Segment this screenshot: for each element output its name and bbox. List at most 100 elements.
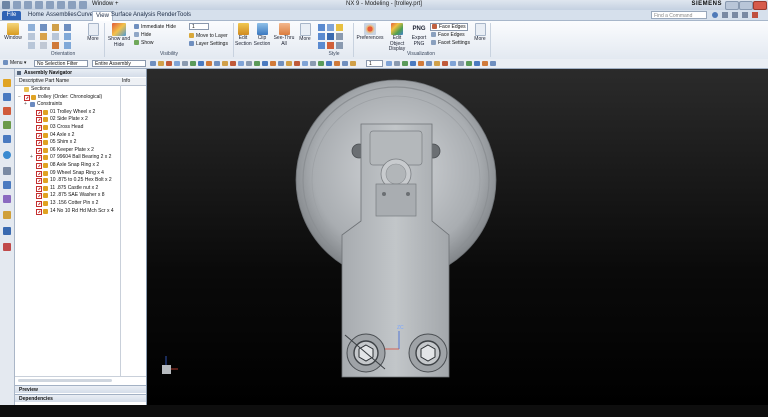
visibility-checkbox[interactable] (36, 117, 42, 124)
body-icon[interactable] (310, 61, 316, 66)
hidden-edges-icon[interactable] (327, 33, 334, 40)
tab-file[interactable]: File (2, 11, 21, 20)
reuse-library-tab-icon[interactable] (3, 121, 11, 129)
select-icon[interactable] (214, 61, 220, 66)
pin-icon[interactable] (17, 71, 21, 75)
feature-icon[interactable] (230, 61, 236, 66)
tree-row[interactable]: 04 Axle x 2 (15, 132, 146, 139)
back-view-icon[interactable] (40, 42, 47, 49)
edge-icon[interactable] (198, 61, 204, 66)
clip-section-button[interactable]: Clip Section (253, 23, 271, 47)
expand-toggle[interactable]: + (24, 101, 27, 108)
window-tile-icon[interactable] (732, 12, 738, 18)
constraint-navigator-tab-icon[interactable] (3, 93, 11, 101)
lasso-icon[interactable] (158, 61, 164, 66)
tree-row[interactable]: + Constraints (15, 101, 146, 108)
help-icon[interactable] (712, 12, 718, 18)
tree-row[interactable]: 01 Trolley Wheel x 2 (15, 109, 146, 116)
horizontal-scrollbar[interactable] (18, 379, 112, 382)
snap-point-icon[interactable] (474, 61, 480, 66)
close-button[interactable] (753, 1, 767, 10)
column-info[interactable]: Info (122, 78, 130, 85)
left-view-icon[interactable] (52, 42, 59, 49)
tree-row[interactable]: 11 .875 Castle nut x 2 (15, 185, 146, 192)
manufacturing-wizards-tab-icon[interactable] (3, 195, 11, 203)
edge-icon[interactable] (262, 61, 268, 66)
select-icon[interactable] (342, 61, 348, 66)
tree-row[interactable]: 09 Wheel Snap Ring x 4 (15, 170, 146, 177)
visibility-checkbox[interactable] (36, 140, 42, 147)
edit-section-button[interactable]: Edit Section (235, 23, 252, 47)
right-view-icon[interactable] (64, 33, 71, 40)
visibility-checkbox[interactable] (36, 170, 42, 177)
snap-point-icon[interactable] (482, 61, 488, 66)
castle-nut-right[interactable] (408, 333, 448, 373)
background-icon[interactable] (336, 33, 343, 40)
screw-head[interactable] (406, 192, 410, 196)
feature-icon[interactable] (294, 61, 300, 66)
shim[interactable] (375, 183, 417, 217)
restore-icon[interactable] (742, 12, 748, 18)
immediate-hide-button[interactable]: Immediate Hide (134, 24, 176, 30)
lasso-icon[interactable] (350, 61, 356, 66)
selection-scope-select[interactable]: Entire Assembly (92, 60, 146, 67)
selection-filter-select[interactable]: No Selection Filter (34, 60, 88, 67)
snap-point-icon[interactable] (410, 61, 416, 66)
iso-view-icon[interactable] (40, 33, 47, 40)
snap-point-icon[interactable] (442, 61, 448, 66)
work-layer-select[interactable]: 1 (366, 60, 383, 67)
web-browser-tab-icon[interactable] (3, 151, 11, 159)
snap-point-icon[interactable] (450, 61, 456, 66)
face-edges-button[interactable]: Face Edges (431, 32, 465, 38)
move-to-layer-button[interactable]: Move to Layer (189, 33, 228, 39)
fit-icon[interactable] (28, 24, 35, 31)
part-navigator-tab-icon[interactable] (3, 107, 11, 115)
visibility-checkbox[interactable] (36, 125, 42, 131)
feature-icon[interactable] (166, 61, 172, 66)
minimize-button[interactable] (725, 1, 739, 10)
snap-point-icon[interactable] (418, 61, 424, 66)
maximize-button[interactable] (739, 1, 753, 10)
partial-shading-icon[interactable] (336, 42, 343, 49)
edge-icon[interactable] (326, 61, 332, 66)
curve-icon[interactable] (254, 61, 260, 66)
snap-point-icon[interactable] (434, 61, 440, 66)
visibility-checkbox[interactable] (36, 185, 42, 192)
visibility-checkbox[interactable] (36, 147, 42, 154)
visibility-checkbox[interactable] (36, 109, 42, 116)
graphics-window[interactable]: ZC (147, 69, 768, 405)
axle[interactable] (385, 163, 407, 185)
window-button[interactable]: Window (2, 23, 24, 42)
tree-row[interactable]: 12 .875 SAE Washer x 8 (15, 192, 146, 200)
roles-tab-icon[interactable] (3, 211, 11, 219)
menu-button[interactable]: Menu ▾ (3, 60, 26, 67)
sections-more-button[interactable]: More (298, 23, 312, 43)
see-thru-all-button[interactable]: See-Thru All (273, 23, 295, 47)
layer-select[interactable]: 1 (189, 23, 209, 30)
analysis-icon[interactable] (327, 42, 334, 49)
facet-settings-button[interactable]: Facet Settings (431, 40, 470, 46)
edit-object-display-button[interactable]: Edit Object Display (385, 23, 409, 53)
find-command-input[interactable]: Find a Command (651, 11, 707, 19)
face-icon[interactable] (302, 61, 308, 66)
tree-row[interactable]: 02 Side Plate x 2 (15, 116, 146, 124)
snap-point-icon[interactable] (490, 61, 496, 66)
body-icon[interactable] (182, 61, 188, 66)
face-icon[interactable] (174, 61, 180, 66)
snap-point-icon[interactable] (466, 61, 472, 66)
point-icon[interactable] (334, 61, 340, 66)
column-part-name[interactable]: Descriptive Part Name (19, 78, 69, 85)
visibility-checkbox[interactable] (36, 178, 42, 185)
curve-icon[interactable] (190, 61, 196, 66)
face-edges-toggle[interactable]: Face Edges (430, 23, 468, 31)
tree-row[interactable]: 03 Cross Head (15, 124, 146, 131)
layer-settings-button[interactable]: Layer Settings (189, 41, 228, 47)
tree-row[interactable]: 08 Axle Snap Ring x 2 (15, 162, 146, 169)
snap-point-icon[interactable] (402, 61, 408, 66)
bottom-view-icon[interactable] (28, 42, 35, 49)
tree-row[interactable]: 05 Shim x 2 (15, 139, 146, 147)
expand-toggle[interactable]: − (18, 94, 21, 101)
tab-tools[interactable]: Tools (174, 11, 194, 20)
snap-point-icon[interactable] (426, 61, 432, 66)
point-icon[interactable] (270, 61, 276, 66)
